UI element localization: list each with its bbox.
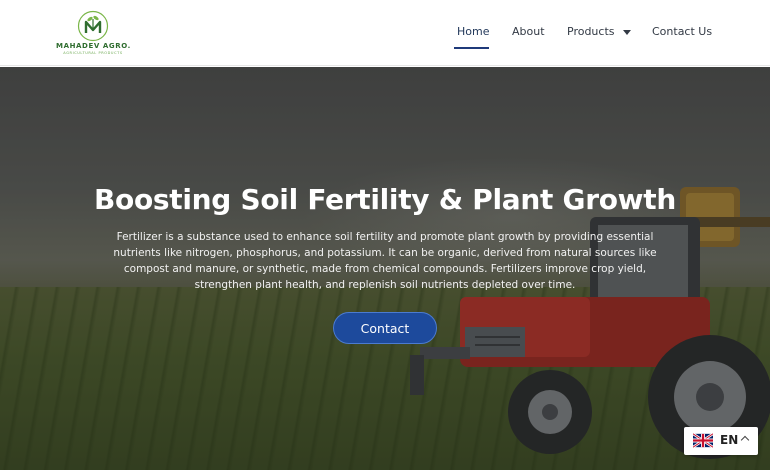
brand-tagline: AGRICULTURAL PRODUCTS [63,51,123,55]
nav-item-about[interactable]: About [512,25,545,38]
hero-title: Boosting Soil Fertility & Plant Growth [94,183,676,216]
nav-active-indicator [454,47,489,49]
site-header: MAHADEV AGRO. AGRICULTURAL PRODUCTS Home… [0,0,770,66]
nav-item-products[interactable]: Products [567,25,631,38]
caret-down-icon [622,29,631,35]
hero-description: Fertilizer is a substance used to enhanc… [113,231,657,291]
language-code: EN [720,433,739,447]
nav-item-home[interactable]: Home [457,25,489,38]
hero-section: Boosting Soil Fertility & Plant Growth F… [0,67,770,470]
leaf-monogram-icon [77,10,109,42]
contact-button[interactable]: Contact [333,312,437,344]
chevron-up-icon [740,435,750,445]
uk-flag-icon [693,433,713,448]
nav-item-products-label: Products [567,25,615,38]
brand-name: MAHADEV AGRO. [56,42,131,50]
site-logo[interactable]: MAHADEV AGRO. AGRICULTURAL PRODUCTS [56,10,130,56]
language-switcher[interactable]: EN [684,427,758,455]
nav-item-contact-us[interactable]: Contact Us [652,25,712,38]
